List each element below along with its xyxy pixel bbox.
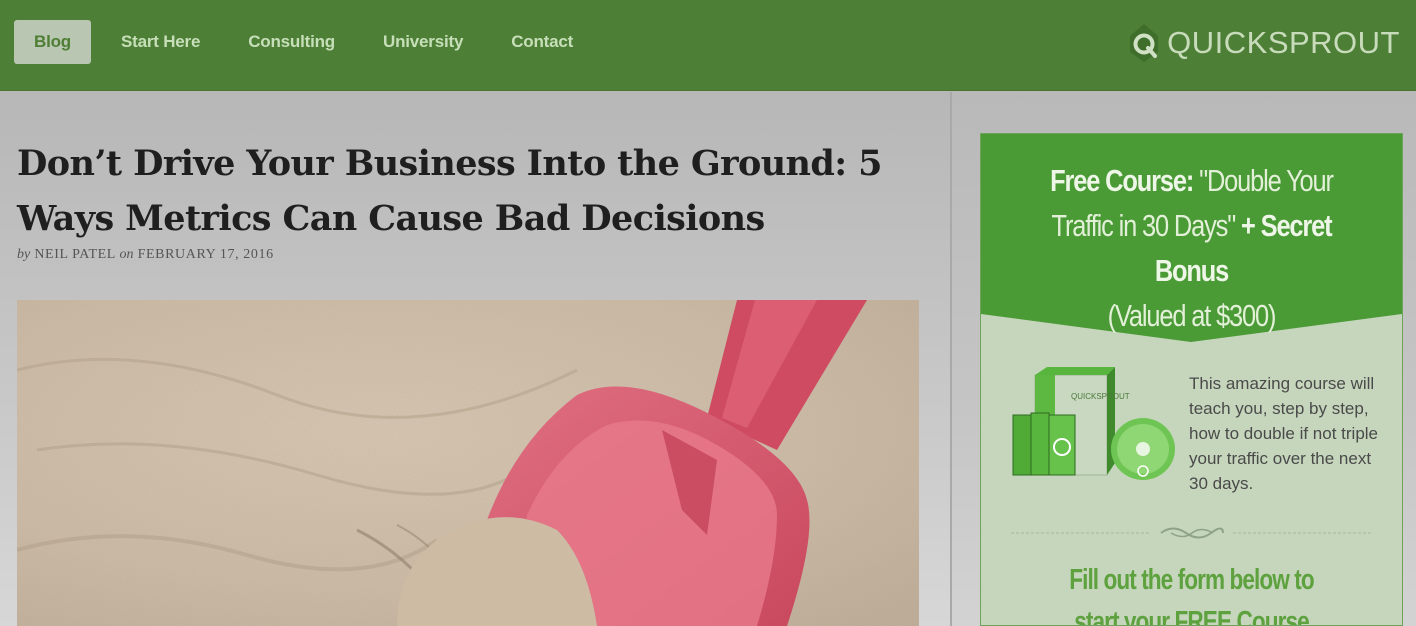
post-byline: by NEIL PATEL on FEBRUARY 17, 2016 xyxy=(17,247,274,263)
free-course-label: Free Course: xyxy=(1050,163,1194,198)
main-nav: Blog Start Here Consulting University Co… xyxy=(14,19,621,64)
nav-consulting[interactable]: Consulting xyxy=(248,32,335,52)
optin-headline: Free Course: "Double Your Traffic in 30 … xyxy=(1019,158,1364,338)
author-name[interactable]: NEIL PATEL xyxy=(34,247,115,262)
nav-blog[interactable]: Blog xyxy=(14,19,91,64)
top-navigation-bar: Blog Start Here Consulting University Co… xyxy=(0,0,1416,91)
form-cta: Fill out the form below to start your FR… xyxy=(1027,559,1355,626)
nav-university[interactable]: University xyxy=(383,32,463,52)
box-brand-text: QUICKSPROUT xyxy=(1071,392,1130,401)
ornamental-divider xyxy=(1011,527,1373,539)
post-date: FEBRUARY 17, 2016 xyxy=(137,247,274,262)
hero-image xyxy=(17,300,919,626)
sprout-logo-icon xyxy=(1130,24,1159,62)
cta-line-2: start your FREE Course xyxy=(1074,606,1310,626)
nav-start-here[interactable]: Start Here xyxy=(121,32,200,52)
nav-contact[interactable]: Contact xyxy=(511,32,573,52)
valued-price: (Valued at $300) xyxy=(1107,298,1277,333)
cta-line-1: Fill out the form below to xyxy=(1069,564,1315,596)
by-prefix: by xyxy=(17,247,31,262)
post-title[interactable]: Don’t Drive Your Business Into the Groun… xyxy=(17,136,927,246)
course-description: This amazing course will teach you, step… xyxy=(1189,374,1379,493)
on-prefix: on xyxy=(119,247,134,262)
sand-shovel-image xyxy=(17,300,919,626)
course-box-image: QUICKSPROUT xyxy=(1012,367,1175,480)
quicksprout-logo[interactable]: QUICKSPROUT xyxy=(1127,18,1400,68)
brand-name: QUICKSPROUT xyxy=(1167,25,1400,60)
free-course-optin-box: Free Course: "Double Your Traffic in 30 … xyxy=(980,133,1403,626)
